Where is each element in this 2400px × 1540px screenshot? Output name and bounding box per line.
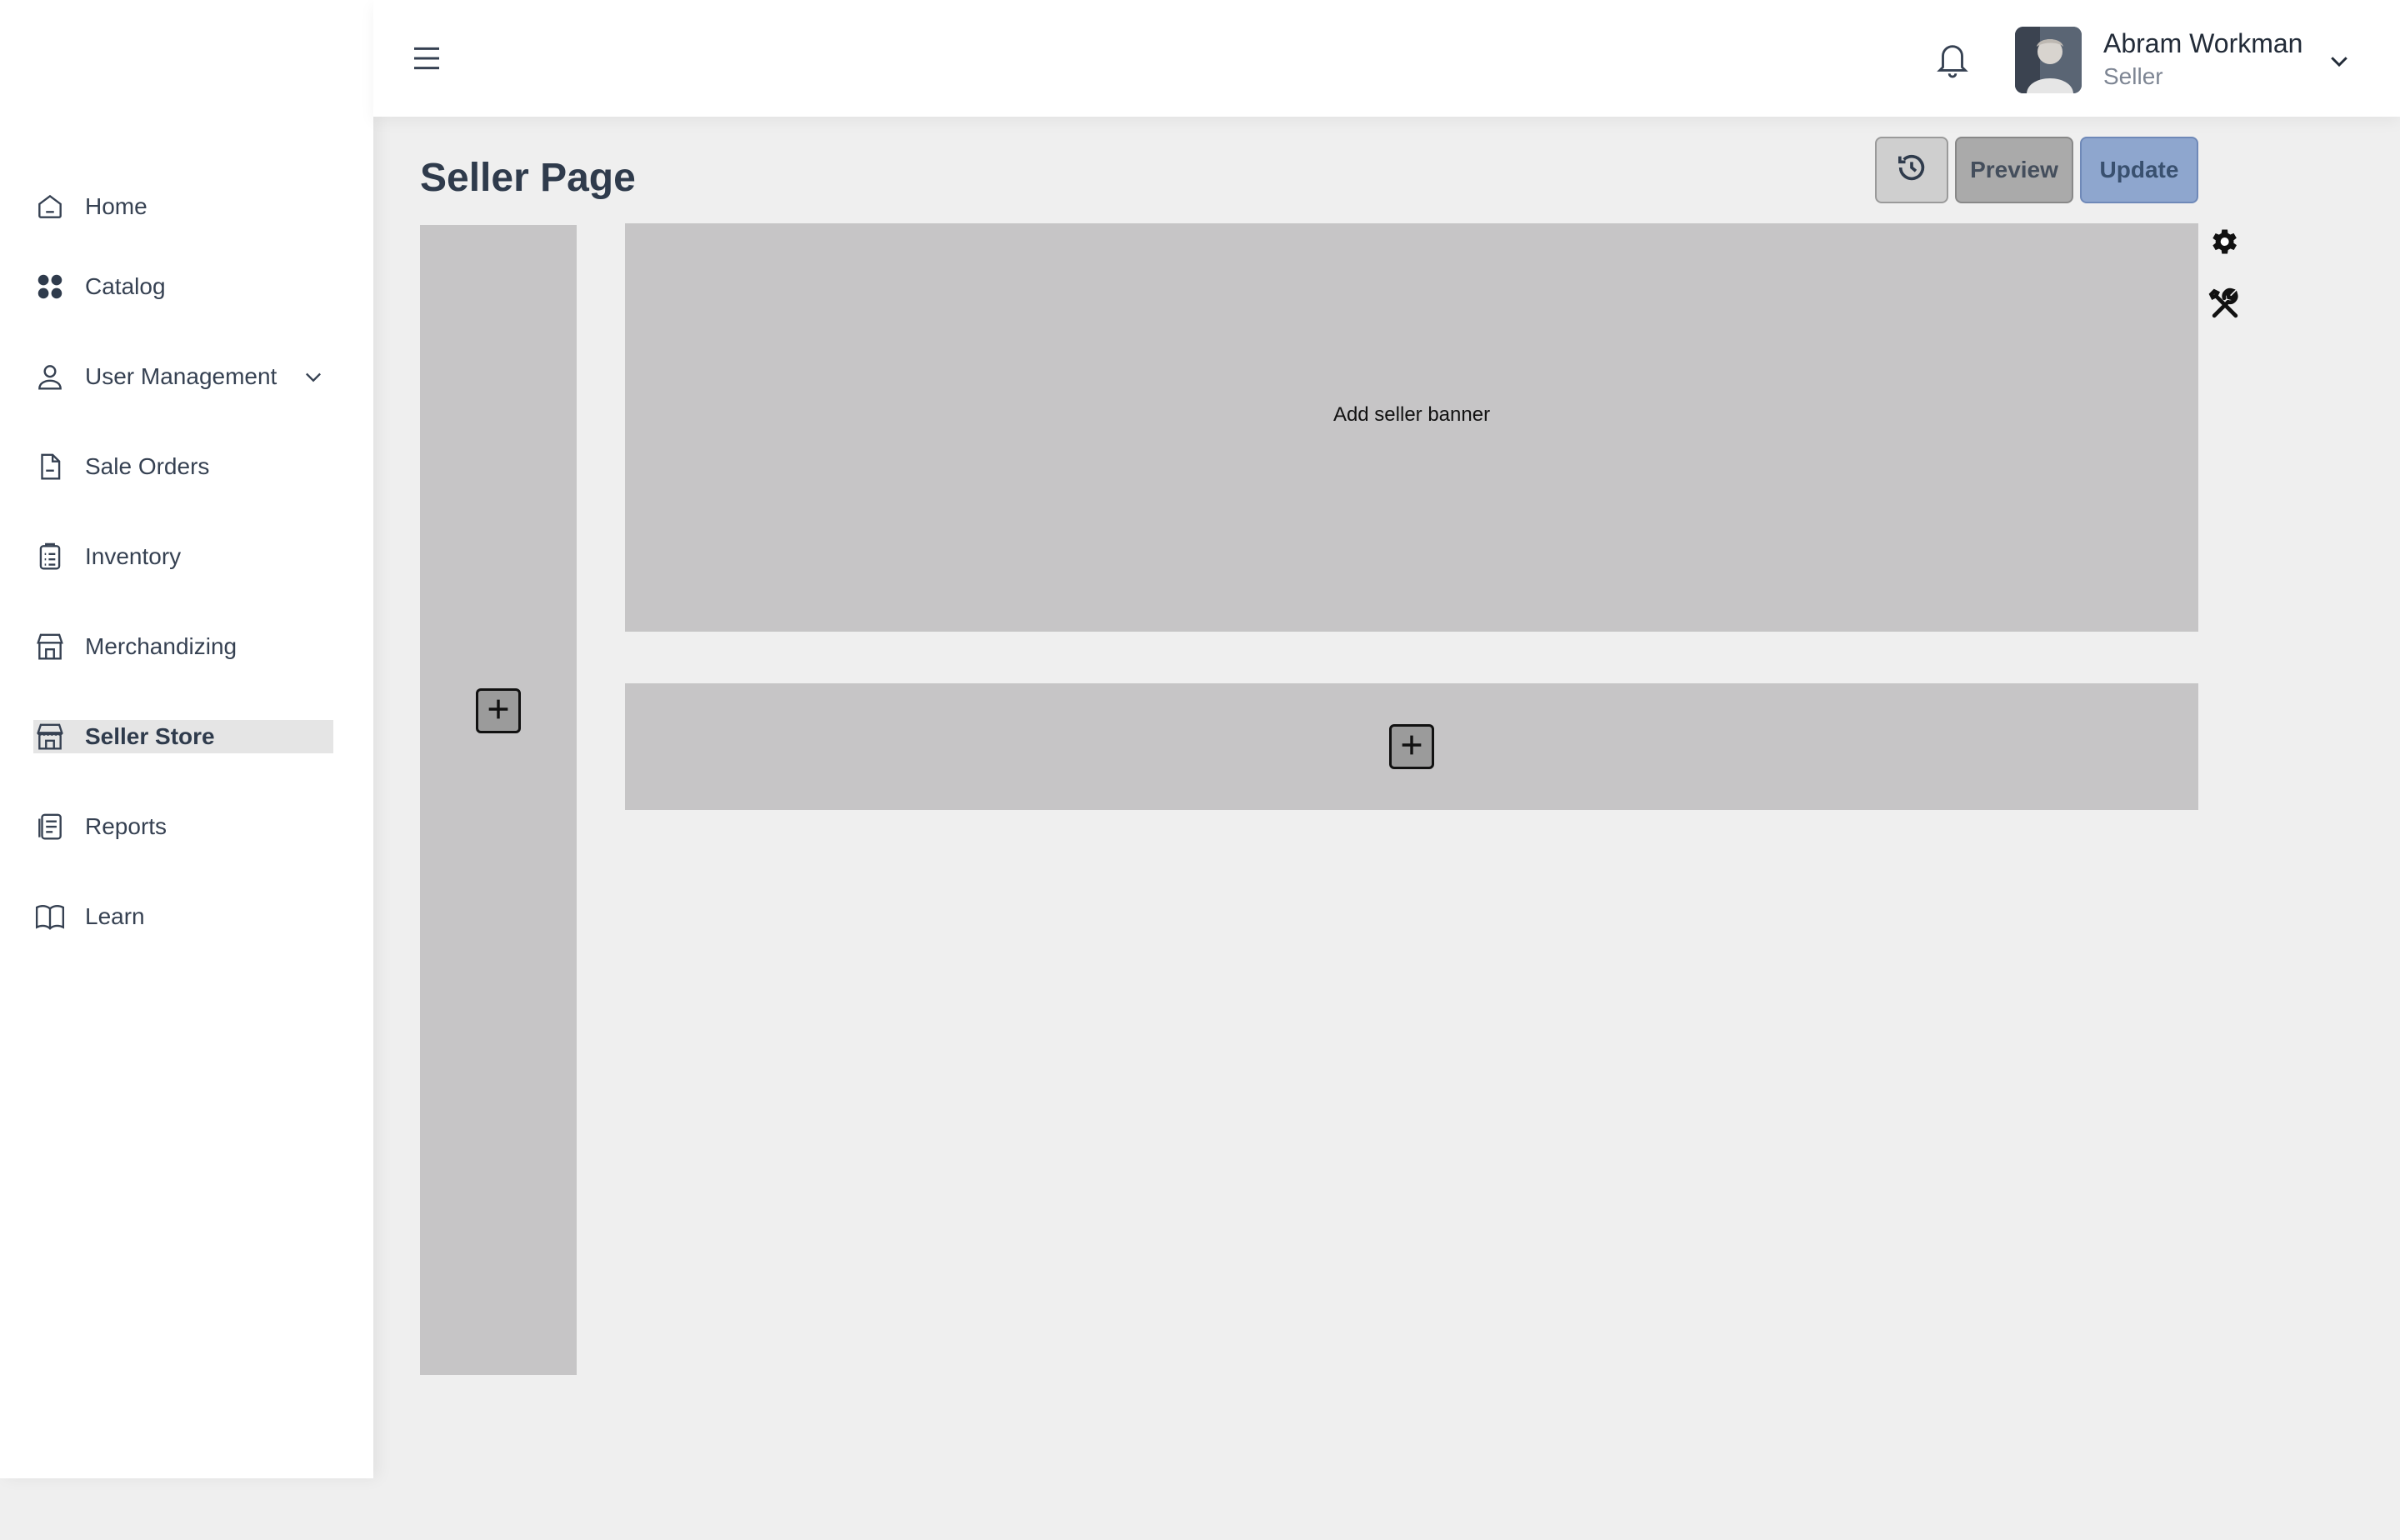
chevron-down-icon[interactable]	[2327, 48, 2352, 73]
grid-icon	[33, 270, 67, 303]
plus-icon	[484, 695, 512, 728]
history-icon	[1895, 151, 1928, 190]
add-left-section-button[interactable]	[476, 688, 521, 733]
sidebar-item-inventory[interactable]: Inventory	[33, 540, 333, 573]
user-icon	[33, 360, 67, 393]
sidebar-item-seller-store[interactable]: Seller Store	[33, 720, 333, 753]
storefront-icon	[33, 630, 67, 663]
sidebar-item-label: Inventory	[85, 543, 182, 569]
sidebar-item-merchandizing[interactable]: Merchandizing	[33, 630, 333, 663]
sidebar-item-label: Catalog	[85, 273, 166, 299]
clipboard-list-icon	[33, 540, 67, 573]
update-button[interactable]: Update	[2080, 137, 2198, 203]
banner-text: Add seller banner	[1332, 403, 1491, 426]
sidebar-item-label: Seller Store	[85, 723, 215, 749]
page-title: Seller Page	[420, 156, 636, 200]
report-icon	[33, 810, 67, 843]
sidebar-item-reports[interactable]: Reports	[33, 810, 333, 843]
sidebar-item-label: Sale Orders	[85, 453, 210, 479]
sidebar-item-label: Home	[85, 193, 148, 219]
plus-icon	[1398, 731, 1426, 763]
sidebar-item-catalog[interactable]: Catalog	[33, 270, 333, 303]
menu-icon[interactable]	[410, 42, 443, 75]
seller-banner-placeholder[interactable]: Add seller banner	[625, 223, 2198, 632]
sidebar-item-sale-orders[interactable]: Sale Orders	[33, 450, 333, 483]
home-icon	[33, 190, 67, 223]
chevron-down-icon[interactable]	[302, 364, 327, 389]
sidebar-item-learn[interactable]: Learn	[33, 900, 333, 933]
tools-icon[interactable]	[2207, 287, 2243, 323]
sidebar: Home Catalog User Management Sale Orders	[0, 0, 373, 1478]
add-section-button[interactable]	[1389, 724, 1434, 769]
gear-icon[interactable]	[2207, 225, 2240, 258]
section-placeholder	[625, 683, 2198, 810]
store-icon	[33, 720, 67, 753]
preview-button[interactable]: Preview	[1955, 137, 2073, 203]
document-icon	[33, 450, 67, 483]
left-column-placeholder	[420, 225, 577, 1375]
book-icon	[33, 900, 67, 933]
sidebar-item-label: User Management	[85, 363, 278, 389]
user-name: Abram Workman	[2103, 28, 2303, 58]
sidebar-item-label: Merchandizing	[85, 633, 238, 659]
sidebar-item-label: Reports	[85, 813, 168, 839]
bell-icon[interactable]	[1933, 38, 1972, 80]
avatar[interactable]	[2015, 27, 2082, 93]
sidebar-item-user-management[interactable]: User Management	[33, 360, 333, 393]
sidebar-item-label: Learn	[85, 903, 145, 929]
user-role: Seller	[2103, 63, 2163, 89]
history-button[interactable]	[1875, 137, 1948, 203]
sidebar-item-home[interactable]: Home	[33, 190, 333, 223]
top-bar: Abram Workman Seller	[373, 0, 2400, 117]
